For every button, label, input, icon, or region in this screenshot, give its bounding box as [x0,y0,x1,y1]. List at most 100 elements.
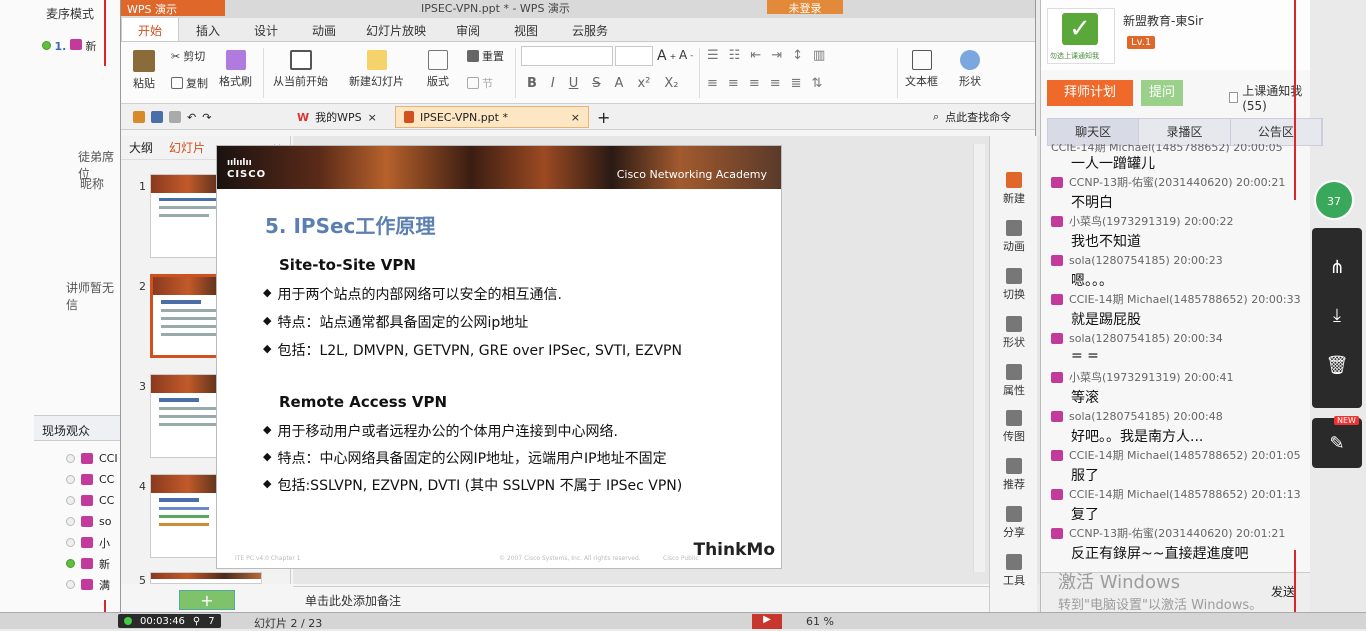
apprentice-plan-button[interactable]: 拜师计划 [1047,80,1133,106]
tab-outline[interactable]: 大纲 [121,139,161,156]
align-right-icon[interactable]: ≡ [749,76,760,91]
superscript-icon[interactable]: x² [637,76,650,91]
tab-announcements[interactable]: 公告区 [1231,119,1322,145]
login-button[interactable]: 未登录 [767,0,843,15]
reset-button[interactable]: 重置 [467,48,504,64]
user-icon [1051,254,1063,266]
columns-icon[interactable]: ▥ [813,48,825,63]
tool-animation[interactable]: 动画 [990,220,1038,254]
audience-header[interactable]: 现场观众 [34,415,122,441]
close-icon[interactable]: × [368,111,377,124]
audience-item[interactable]: CC [66,469,118,490]
tool-tools[interactable]: 工具 [990,554,1038,588]
redo-icon[interactable]: ↷ [202,111,211,124]
format-painter-button[interactable]: 格式刷 [219,50,252,89]
tool-transition[interactable]: 切换 [990,268,1038,302]
trash-icon[interactable]: 🗑 [1325,354,1349,378]
message-text: 就是踢屁股 [1071,312,1141,328]
ask-question-button[interactable]: 提问 [1141,80,1183,106]
share-icon[interactable]: ⋔ [1325,256,1349,280]
notify-checkbox[interactable]: 上课通知我(55) [1229,82,1310,113]
tab-animation[interactable]: 动画 [295,18,353,41]
status-bar: 00:03:46 ⚲ 7 幻灯片 2 / 23 ▶ 61 % [0,612,1366,630]
add-slide-button[interactable]: + [179,590,235,610]
tab-cloud[interactable]: 云服务 [555,18,625,41]
notes-area[interactable]: 单击此处添加备注 [293,586,989,612]
audience-item[interactable]: 新 [66,553,118,574]
new-slide-button[interactable]: 新建幻灯片 [349,50,404,89]
align-center-icon[interactable]: ≡ [728,76,739,91]
tab-design[interactable]: 设计 [237,18,295,41]
audience-item[interactable]: CC [66,490,118,511]
audience-item[interactable]: CCI [66,448,118,469]
search-command[interactable]: ⌕ 点此查找命令 [925,106,1019,128]
zoom-level[interactable]: 61 % [806,615,834,628]
open-icon[interactable] [133,111,145,123]
print-icon[interactable] [169,111,181,123]
italic-icon[interactable]: I [551,76,555,91]
shape-button[interactable]: 形状 [959,50,981,89]
tab-insert[interactable]: 插入 [179,18,237,41]
grow-font-button[interactable]: A + [657,48,676,64]
tab-slides[interactable]: 幻灯片 [161,139,213,156]
tab-ipsec-vpn[interactable]: IPSEC-VPN.ppt * × [395,106,589,128]
font-size-combo[interactable] [615,46,653,66]
strike-icon[interactable]: S [592,76,600,91]
audience-item[interactable]: 满 [66,574,118,595]
app-menu-button[interactable]: WPS 演示 [121,0,225,16]
tool-shape[interactable]: 形状 [990,316,1038,350]
from-current-button[interactable]: 从当前开始 [273,50,328,89]
layout-button[interactable]: 版式 [427,50,449,89]
textbox-button[interactable]: 文本框 [905,50,938,89]
tool-recommend[interactable]: 推荐 [990,458,1038,492]
unread-count-badge[interactable]: 37 [1314,180,1354,220]
vertical-scrollbar[interactable] [973,144,985,572]
numbering-icon[interactable]: ☷ [729,48,741,63]
subscript-icon[interactable]: X₂ [664,76,678,91]
tab-my-wps[interactable]: W 我的WPS × [289,106,385,128]
download-icon[interactable]: ⤓ [1325,304,1349,328]
audience-item[interactable]: so [66,511,118,532]
underline-icon[interactable]: U [569,76,579,91]
save-icon[interactable] [151,111,163,123]
distribute-icon[interactable]: ≣ [791,76,802,91]
mode-label[interactable]: 麦序模式 [0,0,121,26]
cut-button[interactable]: ✂ 剪切 [171,48,205,64]
slide-thumbnail[interactable] [150,572,262,584]
tab-review[interactable]: 审阅 [439,18,497,41]
tab-slideshow[interactable]: 幻灯片放映 [353,18,439,41]
tool-upload-image[interactable]: 传图 [990,410,1038,444]
new-tab-button[interactable]: + [589,106,618,128]
increase-indent-icon[interactable]: ⇥ [771,48,782,63]
slideshow-play-button[interactable]: ▶ [752,614,782,629]
audience-item[interactable]: 小 [66,532,118,553]
line-spacing-icon[interactable]: ↕ [792,48,803,63]
tool-properties[interactable]: 属性 [990,364,1038,398]
shrink-font-button[interactable]: A- [679,48,693,62]
paste-button[interactable]: 粘贴 [133,50,155,91]
tab-recordings[interactable]: 录播区 [1139,119,1231,145]
section-button[interactable]: 节 [467,75,493,91]
undo-icon[interactable]: ↶ [187,111,196,124]
tab-chat[interactable]: 聊天区 [1048,119,1140,145]
live-timer: 00:03:46 ⚲ 7 [118,614,221,628]
bullets-icon[interactable]: ☰ [707,48,719,63]
queue-row[interactable]: 1. 新 [42,38,96,54]
tool-share[interactable]: 分享 [990,506,1038,540]
copy-button[interactable]: 复制 [171,75,208,91]
current-slide[interactable]: ıılıılıı CISCO Cisco Networking Academy 5… [216,145,782,569]
decrease-indent-icon[interactable]: ⇤ [750,48,761,63]
font-name-combo[interactable] [521,46,613,66]
font-color-icon[interactable]: A [615,76,624,91]
close-icon[interactable]: × [571,111,580,124]
tab-home[interactable]: 开始 [121,18,179,41]
justify-icon[interactable]: ≡ [770,76,781,91]
align-left-icon[interactable]: ≡ [707,76,718,91]
send-button[interactable]: 发送 [1271,583,1295,600]
tool-new[interactable]: 新建 [990,172,1038,206]
bold-icon[interactable]: B [527,76,537,91]
tab-view[interactable]: 视图 [497,18,555,41]
text-direction-icon[interactable]: ⇅ [812,76,823,91]
pin-button[interactable]: NEW ✎ [1312,416,1362,468]
status-dot [66,559,75,568]
